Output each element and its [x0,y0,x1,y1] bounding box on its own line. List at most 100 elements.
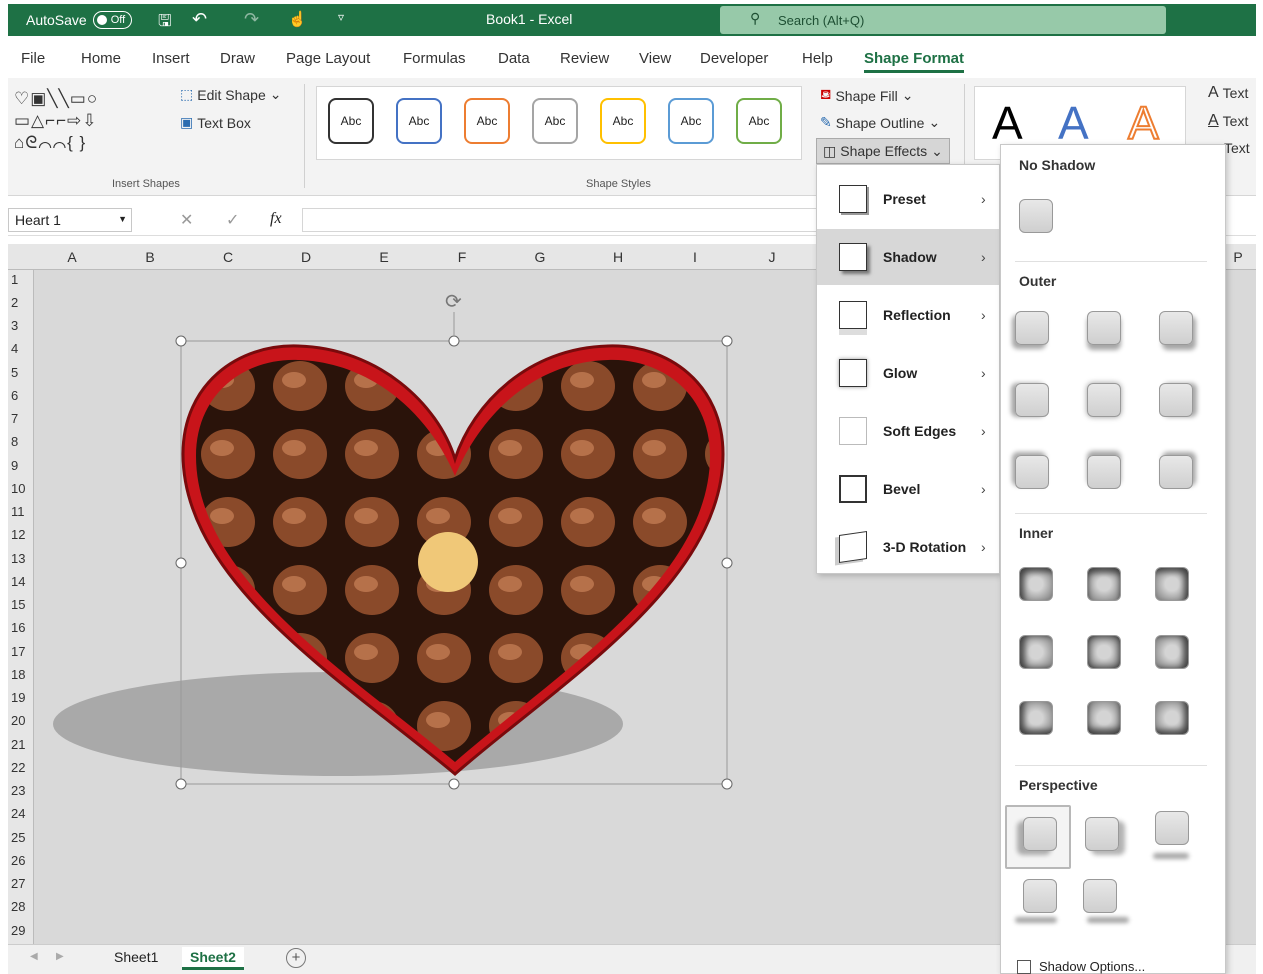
tab-view[interactable]: View [639,50,671,67]
menu-item-reflection[interactable]: Reflection › [817,287,999,343]
row-header[interactable]: 12 [8,527,32,542]
sheet-tab[interactable]: Sheet1 [106,947,166,967]
shadow-inner-option[interactable] [1087,635,1121,669]
shadow-outer-option[interactable] [1159,455,1193,489]
row-header[interactable]: 10 [8,481,32,496]
shadow-outer-option[interactable] [1159,383,1193,417]
column-header[interactable]: A [62,249,82,265]
shape-effects-button[interactable]: ◫ Shape Effects ⌄ [816,138,950,164]
row-header[interactable]: 16 [8,620,32,635]
edit-shape-button[interactable]: ⬚ Edit Shape ⌄ [180,86,281,103]
menu-item-preset[interactable]: Preset › [817,171,999,227]
row-header[interactable]: 3 [8,318,32,333]
shadow-perspective-option[interactable] [1023,817,1057,851]
style-swatch-5[interactable]: Abc [600,98,646,144]
shadow-outer-option[interactable] [1087,383,1121,417]
row-header[interactable]: 18 [8,667,32,682]
shape-fill-button[interactable]: ⛾ Shape Fill ⌄ [820,86,913,105]
sheet-tab-active[interactable]: Sheet2 [182,947,244,970]
autosave-toggle[interactable]: Off [92,11,133,29]
cancel-icon[interactable]: ✕ [180,210,193,230]
shadow-inner-option[interactable] [1019,567,1053,601]
tab-formulas[interactable]: Formulas [403,50,466,67]
search-input[interactable]: ⚲ Search (Alt+Q) [720,6,1166,34]
row-header[interactable]: 21 [8,737,32,752]
shadow-inner-option[interactable] [1155,635,1189,669]
shadow-outer-option[interactable] [1087,311,1121,345]
tab-page-layout[interactable]: Page Layout [286,50,370,67]
row-header[interactable]: 29 [8,923,32,938]
row-header[interactable]: 19 [8,690,32,705]
shadow-perspective-option[interactable] [1085,817,1119,851]
row-header[interactable]: 1 [8,272,32,287]
shadow-inner-option[interactable] [1155,567,1189,601]
undo-icon[interactable]: ↶ [192,9,207,30]
row-header[interactable]: 22 [8,760,32,775]
style-swatch-3[interactable]: Abc [464,98,510,144]
column-header[interactable]: P [1228,249,1248,265]
menu-item-3d-rotation[interactable]: 3-D Rotation › [817,519,999,575]
menu-item-shadow[interactable]: Shadow › [817,229,999,285]
row-header[interactable]: 27 [8,876,32,891]
heart-shape[interactable]: ⟳ [48,284,748,804]
tab-draw[interactable]: Draw [220,50,255,67]
tab-developer[interactable]: Developer [700,50,768,67]
row-header[interactable]: 28 [8,899,32,914]
name-box[interactable]: Heart 1 ▼ [8,208,132,232]
menu-item-soft-edges[interactable]: Soft Edges › [817,403,999,459]
customize-toolbar-icon[interactable]: ▿ [338,10,344,24]
row-header[interactable]: 5 [8,365,32,380]
shadow-outer-option[interactable] [1015,383,1049,417]
tab-shape-format[interactable]: Shape Format [864,50,965,73]
menu-item-bevel[interactable]: Bevel › [817,461,999,517]
shadow-inner-option[interactable] [1019,635,1053,669]
column-header[interactable]: E [374,249,394,265]
next-sheet-icon[interactable]: ▶ [56,951,64,962]
menu-item-glow[interactable]: Glow › [817,345,999,401]
shadow-outer-option[interactable] [1087,455,1121,489]
shadow-outer-option[interactable] [1015,455,1049,489]
column-header[interactable]: B [140,249,160,265]
formula-input[interactable] [302,208,822,232]
tab-data[interactable]: Data [498,50,530,67]
column-header[interactable]: I [685,249,705,265]
shadow-inner-option[interactable] [1087,567,1121,601]
style-swatch-6[interactable]: Abc [668,98,714,144]
row-header[interactable]: 2 [8,295,32,310]
tab-insert[interactable]: Insert [152,50,190,67]
shadow-options-link[interactable]: Shadow Options... [1017,959,1145,974]
row-header[interactable]: 6 [8,388,32,403]
style-swatch-4[interactable]: Abc [532,98,578,144]
wordart-style-1[interactable]: A [992,96,1023,150]
row-header[interactable]: 26 [8,853,32,868]
style-swatch-7[interactable]: Abc [736,98,782,144]
touch-mode-icon[interactable]: ☝ [288,10,307,28]
row-header[interactable]: 4 [8,341,32,356]
text-box-button[interactable]: ▣ Text Box [180,114,251,131]
save-icon[interactable]: 🖫 [158,10,172,37]
row-header[interactable]: 23 [8,783,32,798]
row-header[interactable]: 17 [8,644,32,659]
shadow-perspective-option[interactable] [1083,879,1117,913]
shadow-inner-option[interactable] [1019,701,1053,735]
row-header[interactable]: 20 [8,713,32,728]
tab-home[interactable]: Home [81,50,121,67]
row-header[interactable]: 8 [8,434,32,449]
column-header[interactable]: C [218,249,238,265]
shadow-outer-option[interactable] [1159,311,1193,345]
style-swatch-1[interactable]: Abc [328,98,374,144]
shadow-inner-option[interactable] [1087,701,1121,735]
shadow-perspective-option[interactable] [1155,811,1189,845]
wordart-style-2[interactable]: A [1058,96,1089,150]
shadow-inner-option[interactable] [1155,701,1189,735]
column-header[interactable]: F [452,249,472,265]
column-header[interactable]: G [530,249,550,265]
row-header[interactable]: 7 [8,411,32,426]
enter-icon[interactable]: ✓ [226,210,239,230]
prev-sheet-icon[interactable]: ◀ [30,951,38,962]
text-effects-button[interactable]: Text [1224,140,1250,156]
row-header[interactable]: 9 [8,458,32,473]
shadow-perspective-option[interactable] [1023,879,1057,913]
text-outline-button[interactable]: A Text [1208,112,1248,130]
tab-help[interactable]: Help [802,50,833,67]
